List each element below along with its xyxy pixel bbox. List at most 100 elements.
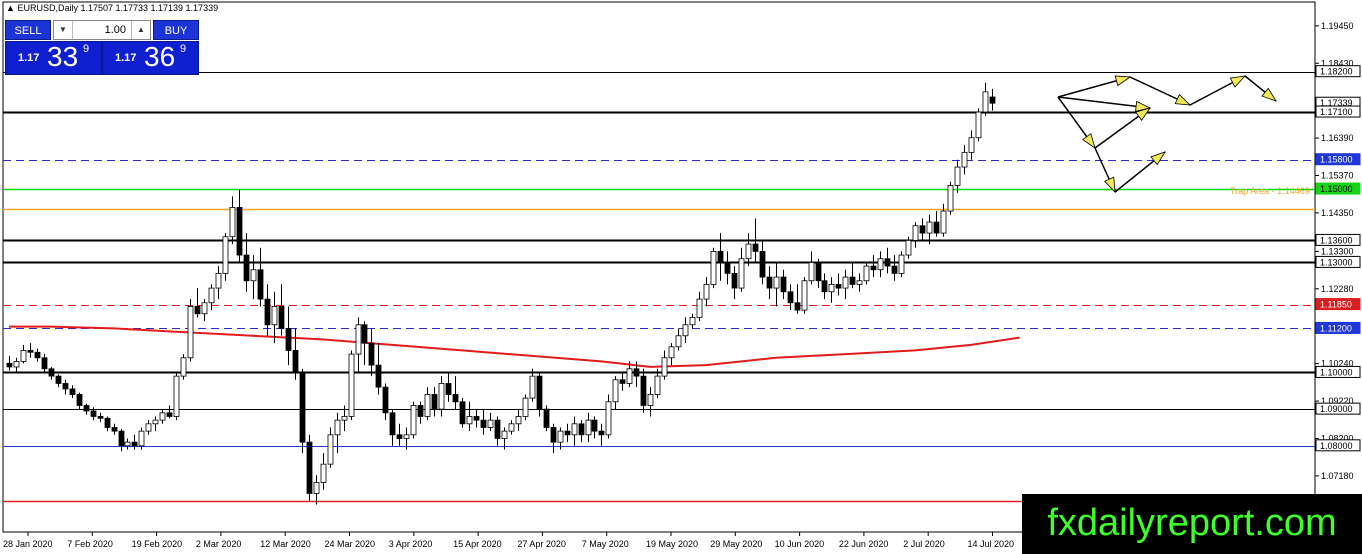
- price-tick-label: 1.14350: [1321, 208, 1354, 218]
- candle-body: [821, 280, 828, 293]
- level-tag-label: 1.08000: [1320, 441, 1353, 451]
- price-tick-label: 1.19450: [1321, 21, 1354, 31]
- candle-body: [856, 280, 863, 285]
- level-tag-label: 1.17100: [1320, 107, 1353, 117]
- candle-body: [564, 430, 571, 436]
- candle-body: [940, 210, 947, 234]
- candle-body: [396, 434, 403, 439]
- sell-button[interactable]: SELL: [5, 20, 51, 40]
- candle-body: [480, 419, 487, 428]
- candle-body: [97, 416, 104, 419]
- candle-body: [654, 375, 661, 395]
- time-tick-label: 12 Mar 2020: [260, 539, 311, 549]
- candle-body: [208, 287, 215, 304]
- buy-quote-pips: 36: [144, 41, 176, 72]
- time-tick-label: 28 Jan 2020: [3, 539, 53, 549]
- price-axis: 1.194501.184301.171001.163901.153701.143…: [1315, 21, 1361, 518]
- candle-body: [877, 258, 884, 271]
- candle-body: [905, 240, 912, 256]
- candle-body: [27, 350, 34, 353]
- lot-decrease-icon[interactable]: ▼: [54, 21, 73, 39]
- candle-body: [501, 430, 508, 439]
- level-tag-label: 1.09000: [1320, 404, 1353, 414]
- candle-body: [355, 324, 362, 355]
- candle-body: [313, 482, 320, 494]
- candle-body: [668, 346, 675, 359]
- candle-body: [794, 302, 801, 311]
- candle-body: [724, 262, 731, 274]
- candle-body: [647, 394, 654, 406]
- buy-quote-fraction: 9: [180, 43, 187, 55]
- candle-body: [591, 419, 598, 432]
- candle-body: [285, 328, 292, 351]
- candle-body: [243, 254, 250, 282]
- lot-size-field[interactable]: ▼ 1.00 ▲: [53, 20, 151, 40]
- time-tick-label: 24 Mar 2020: [325, 539, 376, 549]
- candle-body: [835, 284, 842, 289]
- price-tick-label: 1.16390: [1321, 133, 1354, 143]
- candle-body: [842, 276, 849, 289]
- candle-body: [62, 383, 69, 390]
- candle-body: [828, 284, 835, 293]
- candle-body: [661, 357, 668, 377]
- sell-quote-pips: 33: [47, 41, 79, 72]
- candle-body: [466, 416, 473, 425]
- candle-body: [578, 423, 585, 436]
- candle-body: [870, 265, 877, 271]
- candle-body: [459, 401, 466, 425]
- candle-body: [703, 284, 710, 300]
- time-tick-label: 29 May 2020: [710, 539, 762, 549]
- candle-body: [334, 419, 341, 436]
- candle-body: [682, 324, 689, 337]
- candle-body: [278, 306, 285, 329]
- candle-body: [410, 405, 417, 436]
- candle-body: [619, 379, 626, 384]
- candle-body: [612, 379, 619, 403]
- candle-body: [111, 427, 118, 432]
- candle-body: [752, 243, 759, 252]
- candle-body: [138, 430, 145, 447]
- price-chart: 1.194501.184301.171001.163901.153701.143…: [2, 1, 1361, 549]
- time-tick-label: 15 Apr 2020: [453, 539, 502, 549]
- time-tick-label: 3 Apr 2020: [389, 539, 433, 549]
- sell-quote[interactable]: 1.17 33 9: [5, 41, 102, 75]
- buy-button[interactable]: BUY: [153, 20, 199, 40]
- candle-body: [585, 419, 592, 436]
- buy-quote[interactable]: 1.17 36 9: [102, 41, 199, 75]
- lot-increase-icon[interactable]: ▲: [131, 21, 150, 39]
- sell-quote-fraction: 9: [83, 43, 90, 55]
- lot-size-value[interactable]: 1.00: [74, 21, 130, 39]
- price-tick-label: 1.12280: [1321, 284, 1354, 294]
- candle-body: [745, 243, 752, 260]
- candle-body: [571, 423, 578, 436]
- candle-body: [201, 302, 208, 315]
- level-tag-label: 1.13600: [1320, 235, 1353, 245]
- level-tag-label: 1.11200: [1320, 323, 1352, 333]
- candle-body: [187, 306, 194, 359]
- candle-body: [76, 394, 83, 406]
- candle-body: [264, 298, 271, 326]
- level-tag-label: 1.10000: [1320, 367, 1353, 377]
- candle-body: [884, 258, 891, 267]
- candle-body: [361, 324, 368, 344]
- symbol-bar: ▲ EURUSD,Daily 1.17507 1.17733 1.17139 1…: [6, 3, 218, 13]
- candle-body: [6, 362, 13, 368]
- candle-body: [118, 430, 125, 447]
- level-tag-label: 1.18200: [1320, 67, 1353, 77]
- candle-body: [849, 276, 856, 285]
- candle-body: [773, 276, 780, 289]
- candle-body: [166, 412, 173, 417]
- time-tick-label: 2 Jul 2020: [903, 539, 945, 549]
- symbol-text: EURUSD,Daily 1.17507 1.17733 1.17139 1.1…: [17, 3, 219, 13]
- candle-body: [968, 137, 975, 153]
- candle-body: [689, 317, 696, 326]
- candle-body: [863, 265, 870, 282]
- candle-body: [292, 350, 299, 373]
- candle-body: [152, 419, 159, 425]
- level-tag-label: 1.15800: [1320, 155, 1353, 165]
- candle-body: [515, 416, 522, 425]
- candle-body: [550, 427, 557, 443]
- price-tick-label: 1.13300: [1321, 246, 1354, 256]
- candle-body: [605, 401, 612, 436]
- candle-body: [124, 441, 131, 447]
